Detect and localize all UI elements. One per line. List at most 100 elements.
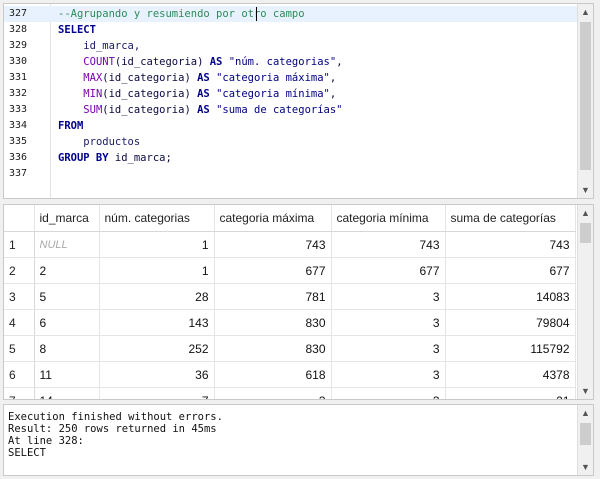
code-token: id_marca, <box>83 40 141 52</box>
code-line[interactable]: 328 SELECT <box>4 22 579 38</box>
code-text[interactable]: SUM(id_categoria) AS "suma de categorías… <box>58 102 342 118</box>
row-number[interactable]: 5 <box>4 335 35 362</box>
line-number: 330 <box>9 56 28 67</box>
table-row[interactable]: 4 6 143 830 3 79804 <box>4 309 576 336</box>
code-line[interactable]: 334 FROM <box>4 118 579 134</box>
row-number[interactable]: 3 <box>4 283 35 310</box>
cell-suma-categorias[interactable]: 677 <box>445 257 576 284</box>
cell-id-marca[interactable]: 14 <box>34 387 100 399</box>
row-number[interactable]: 1 <box>4 231 35 258</box>
cell-num-categorias[interactable]: 252 <box>99 335 215 362</box>
message-vertical-scrollbar[interactable]: ▲ ▼ <box>577 405 593 475</box>
code-text[interactable]: productos <box>58 134 140 150</box>
table-row[interactable]: 2 2 1 677 677 677 <box>4 257 576 284</box>
cell-categoria-minima[interactable]: 3 <box>331 387 446 399</box>
chevron-up-icon[interactable]: ▲ <box>578 4 593 20</box>
cell-suma-categorias[interactable]: 743 <box>445 231 576 258</box>
code-line[interactable]: 337 <box>4 166 579 182</box>
column-header-id-marca[interactable]: id_marca <box>34 205 100 232</box>
code-text[interactable]: COUNT(id_categoria) AS "núm. categorias"… <box>58 54 342 70</box>
grid-scroll-thumb[interactable] <box>580 223 591 243</box>
column-header-categoria-maxima[interactable]: categoria máxima <box>214 205 332 232</box>
code-text[interactable]: MAX(id_categoria) AS "categoria máxima", <box>58 70 336 86</box>
cell-categoria-minima[interactable]: 677 <box>331 257 446 284</box>
table-row[interactable]: 1 NULL 1 743 743 743 <box>4 231 576 258</box>
row-number[interactable]: 7 <box>4 387 35 399</box>
cell-id-marca[interactable]: 11 <box>34 361 100 388</box>
message-line: SELECT <box>8 447 46 459</box>
cell-suma-categorias[interactable]: 115792 <box>445 335 576 362</box>
code-token: AS <box>209 56 223 68</box>
code-line[interactable]: 335 productos <box>4 134 579 150</box>
chevron-up-icon[interactable]: ▲ <box>578 205 593 221</box>
row-number[interactable]: 4 <box>4 309 35 336</box>
column-header-num-categorias[interactable]: núm. categorias <box>99 205 215 232</box>
code-text[interactable]: --Agrupando y resumiendo por otro campo <box>58 6 305 22</box>
cell-num-categorias[interactable]: 36 <box>99 361 215 388</box>
code-token: AS <box>197 72 210 84</box>
code-token: SUM <box>83 104 103 116</box>
cell-categoria-maxima[interactable]: 830 <box>214 335 332 362</box>
corner-header <box>4 205 35 232</box>
code-line[interactable]: 331 MAX(id_categoria) AS "categoria máxi… <box>4 70 579 86</box>
cell-categoria-maxima[interactable]: 3 <box>214 387 332 399</box>
cell-num-categorias[interactable]: 28 <box>99 283 215 310</box>
cell-categoria-maxima[interactable]: 677 <box>214 257 332 284</box>
code-text[interactable]: MIN(id_categoria) AS "categoria mínima", <box>58 86 336 102</box>
code-line[interactable]: 329 id_marca, <box>4 38 579 54</box>
editor-vertical-scrollbar[interactable]: ▲ ▼ <box>577 4 593 198</box>
row-number[interactable]: 6 <box>4 361 35 388</box>
code-line[interactable]: 333 SUM(id_categoria) AS "suma de catego… <box>4 102 579 118</box>
cell-id-marca[interactable]: 5 <box>34 283 100 310</box>
chevron-down-icon[interactable]: ▼ <box>578 459 593 475</box>
message-scroll-thumb[interactable] <box>580 423 591 445</box>
cell-suma-categorias[interactable]: 79804 <box>445 309 576 336</box>
cell-categoria-minima[interactable]: 3 <box>331 283 446 310</box>
sql-editor[interactable]: 327 --Agrupando y resumiendo por otro cam… <box>3 3 594 199</box>
results-grid[interactable]: id_marca núm. categorias categoria máxim… <box>3 204 594 400</box>
cell-suma-categorias[interactable]: 4378 <box>445 361 576 388</box>
chevron-up-icon[interactable]: ▲ <box>578 405 593 421</box>
row-number[interactable]: 2 <box>4 257 35 284</box>
table-row[interactable]: 71473321 <box>4 387 576 399</box>
cell-id-marca[interactable]: NULL <box>34 231 100 258</box>
editor-scroll-thumb[interactable] <box>580 22 591 170</box>
cell-categoria-minima[interactable]: 743 <box>331 231 446 258</box>
column-header-categoria-minima[interactable]: categoria mínima <box>331 205 446 232</box>
grid-vertical-scrollbar[interactable]: ▲ ▼ <box>577 205 593 399</box>
cell-categoria-minima[interactable]: 3 <box>331 335 446 362</box>
code-text[interactable]: GROUP BY id_marca; <box>58 150 172 166</box>
code-text[interactable]: id_marca, <box>58 38 140 54</box>
code-token: AS <box>197 88 210 100</box>
cell-num-categorias[interactable]: 143 <box>99 309 215 336</box>
cell-id-marca[interactable]: 6 <box>34 309 100 336</box>
cell-categoria-maxima[interactable]: 743 <box>214 231 332 258</box>
column-header-suma-categorias[interactable]: suma de categorías <box>445 205 576 232</box>
code-line[interactable]: 332 MIN(id_categoria) AS "categoria míni… <box>4 86 579 102</box>
cell-num-categorias[interactable]: 1 <box>99 257 215 284</box>
cell-categoria-maxima[interactable]: 781 <box>214 283 332 310</box>
chevron-down-icon[interactable]: ▼ <box>578 383 593 399</box>
table-row[interactable]: 3 5 28 781 3 14083 <box>4 283 576 310</box>
cell-suma-categorias[interactable]: 14083 <box>445 283 576 310</box>
cell-suma-categorias[interactable]: 21 <box>445 387 576 399</box>
code-line[interactable]: 330 COUNT(id_categoria) AS "núm. categor… <box>4 54 579 70</box>
cell-categoria-minima[interactable]: 3 <box>331 361 446 388</box>
cell-id-marca[interactable]: 8 <box>34 335 100 362</box>
cell-num-categorias[interactable]: 7 <box>99 387 215 399</box>
cell-categoria-minima[interactable]: 3 <box>331 309 446 336</box>
chevron-down-icon[interactable]: ▼ <box>578 182 593 198</box>
table-row[interactable]: 6 11 36 618 3 4378 <box>4 361 576 388</box>
cell-categoria-maxima[interactable]: 830 <box>214 309 332 336</box>
cell-id-marca[interactable]: 2 <box>34 257 100 284</box>
code-text[interactable]: SELECT <box>58 22 96 38</box>
cell-num-categorias[interactable]: 1 <box>99 231 215 258</box>
code-text[interactable]: FROM <box>58 118 83 134</box>
code-line[interactable]: 336 GROUP BY id_marca; <box>4 150 579 166</box>
message-panel[interactable]: Execution finished without errors. Resul… <box>3 404 594 476</box>
table-row[interactable]: 5 8 252 830 3 115792 <box>4 335 576 362</box>
cell-categoria-maxima[interactable]: 618 <box>214 361 332 388</box>
code-line[interactable]: 327 --Agrupando y resumiendo por otro cam… <box>4 6 579 22</box>
